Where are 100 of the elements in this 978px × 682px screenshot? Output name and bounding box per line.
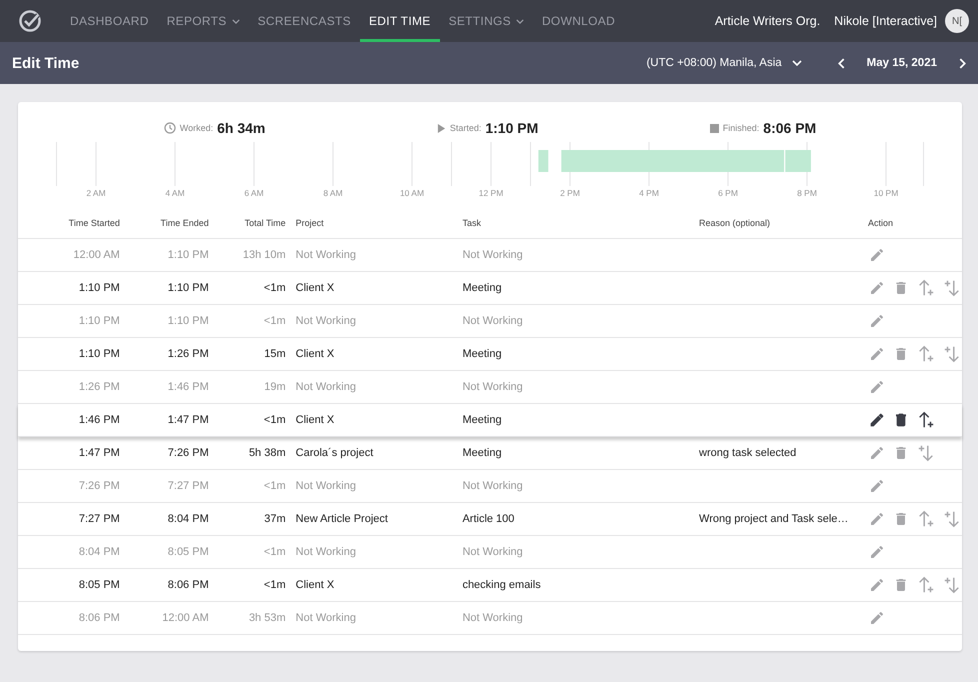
- clock-icon: [164, 122, 176, 134]
- table-cell: 7:26 PM: [120, 436, 210, 470]
- user-name[interactable]: Nikole [Interactive]: [834, 14, 937, 28]
- table-cell: Meeting: [461, 436, 698, 470]
- column-header: Project: [294, 208, 462, 238]
- table-cell: 1:47 PM: [18, 436, 121, 470]
- hour-label: 6 PM: [718, 188, 738, 198]
- table-cell: 1:46 PM: [18, 404, 121, 436]
- table-cell: 1:10 PM: [18, 272, 121, 304]
- edit-icon[interactable]: [869, 412, 885, 428]
- reason-text: Wrong project and Task sele…: [699, 513, 848, 525]
- table-cell: Not Working: [461, 536, 698, 568]
- nav-tab[interactable]: DASHBOARD: [61, 0, 158, 42]
- table-cell: Not Working: [461, 470, 698, 502]
- table-cell: 8:05 PM: [120, 536, 210, 568]
- hour-label: 2 AM: [86, 188, 106, 198]
- table-cell: Client X: [294, 338, 462, 370]
- table-cell: 5h 38m: [210, 436, 295, 470]
- table-cell: <1m: [210, 536, 295, 568]
- next-day-icon[interactable]: [959, 58, 966, 68]
- nav-tab[interactable]: DOWNLOAD: [532, 0, 624, 42]
- table-cell: Client X: [294, 404, 462, 436]
- table-cell: New Article Project: [294, 502, 462, 536]
- organization-name[interactable]: Article Writers Org.: [714, 14, 820, 28]
- table-cell: 7:26 PM: [18, 470, 121, 502]
- hour-label: 4 PM: [639, 188, 659, 198]
- table-cell: 13h 10m: [210, 238, 295, 272]
- hour-label: 8 PM: [797, 188, 817, 198]
- user-avatar[interactable]: N[: [945, 9, 969, 33]
- column-header: Total Time: [210, 208, 295, 238]
- table-cell: 8:06 PM: [18, 602, 121, 634]
- table-cell: checking emails: [461, 568, 698, 602]
- summary-value: 8:06 PM: [763, 120, 816, 136]
- table-cell: 12:00 AM: [18, 238, 121, 272]
- table-cell: Client X: [294, 568, 462, 602]
- hour-label: 4 AM: [165, 188, 185, 198]
- summary-label: Started:: [450, 123, 482, 133]
- table-cell: Not Working: [461, 238, 698, 272]
- delete-icon[interactable]: [893, 412, 909, 428]
- chevron-down-icon: [516, 18, 524, 24]
- table-cell: Meeting: [461, 404, 698, 436]
- table-cell: Not Working: [294, 470, 462, 502]
- table-cell: <1m: [210, 568, 295, 602]
- table-cell: 19m: [210, 370, 295, 404]
- column-header: Task: [461, 208, 698, 238]
- table-cell: Client X: [294, 272, 462, 304]
- nav-tab[interactable]: SCREENCASTS: [248, 0, 360, 42]
- table-cell: 1:47 PM: [120, 404, 210, 436]
- table-cell: Meeting: [461, 272, 698, 304]
- page-title: Edit Time: [12, 54, 80, 72]
- chevron-down-icon: [792, 60, 802, 66]
- table-cell: Not Working: [461, 304, 698, 338]
- table-cell: 1:26 PM: [120, 338, 210, 370]
- table-cell: 1:10 PM: [120, 304, 210, 338]
- column-header: Time Ended: [120, 208, 210, 238]
- table-cell: 8:04 PM: [120, 502, 210, 536]
- table-cell: 37m: [210, 502, 295, 536]
- table-cell: Not Working: [294, 602, 462, 634]
- date-label: May 15, 2021: [866, 57, 937, 69]
- table-cell: 1:10 PM: [120, 238, 210, 272]
- table-cell: Meeting: [461, 338, 698, 370]
- table-cell: Not Working: [294, 536, 462, 568]
- table-cell: 1:10 PM: [120, 272, 210, 304]
- summary-label: Worked:: [180, 123, 214, 133]
- table-cell: 1:10 PM: [18, 338, 121, 370]
- table-cell: Not Working: [294, 238, 462, 272]
- stop-icon: [710, 124, 719, 132]
- table-cell: 8:05 PM: [18, 568, 121, 602]
- table-cell: 1:10 PM: [18, 304, 121, 338]
- nav-tab[interactable]: SETTINGS: [440, 0, 533, 42]
- table-cell: 8:04 PM: [18, 536, 121, 568]
- hour-label: 12 PM: [478, 188, 504, 198]
- insert-below-icon[interactable]: [943, 279, 961, 297]
- reason-text: wrong task selected: [699, 447, 796, 459]
- nav-tab[interactable]: REPORTS: [158, 0, 249, 42]
- table-cell: Not Working: [294, 370, 462, 404]
- hour-label: 10 PM: [874, 188, 898, 198]
- hour-label: 6 AM: [244, 188, 264, 198]
- hour-label: 2 PM: [560, 188, 580, 198]
- timezone-dropdown[interactable]: (UTC +08:00) Manila, Asia: [640, 56, 808, 70]
- table-cell: Not Working: [294, 304, 462, 338]
- table-cell: 15m: [210, 338, 295, 370]
- previous-day-icon[interactable]: [838, 58, 845, 68]
- column-header: Reason (optional): [698, 208, 868, 238]
- table-cell: Not Working: [461, 602, 698, 634]
- insert-above-icon[interactable]: [917, 411, 935, 429]
- column-header: Time Started: [18, 208, 121, 238]
- insert-below-icon[interactable]: [943, 510, 961, 528]
- insert-below-icon[interactable]: [943, 345, 961, 363]
- play-icon: [436, 122, 446, 134]
- insert-below-icon[interactable]: [943, 576, 961, 594]
- table-cell: <1m: [210, 404, 295, 436]
- insert-below-icon[interactable]: [917, 444, 935, 462]
- table-cell: 3h 53m: [210, 602, 295, 634]
- summary-value: 1:10 PM: [485, 120, 538, 136]
- table-cell: 12:00 AM: [120, 602, 210, 634]
- table-cell: 7:27 PM: [120, 470, 210, 502]
- summary-value: 6h 34m: [217, 120, 266, 136]
- logo-icon[interactable]: [18, 9, 42, 33]
- hour-label: 8 AM: [323, 188, 343, 198]
